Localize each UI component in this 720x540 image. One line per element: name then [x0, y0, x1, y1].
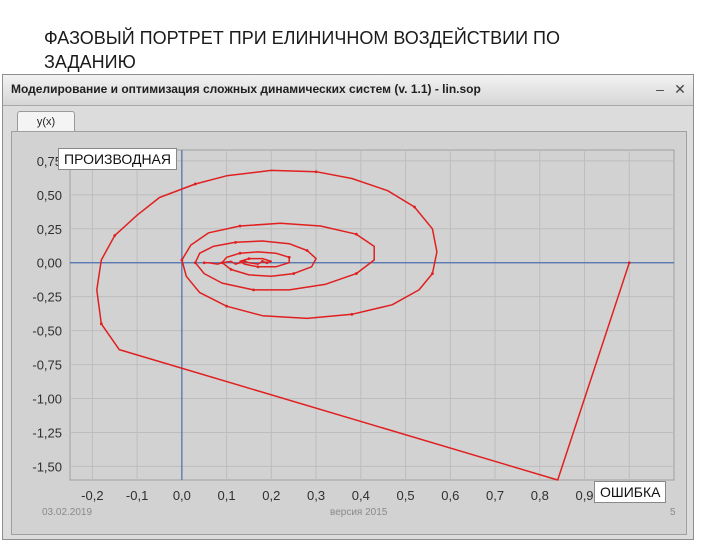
trajectory-point — [225, 304, 228, 308]
trajectory-point — [305, 249, 309, 252]
x-tick-label: 0,3 — [307, 488, 325, 503]
trajectory-point — [256, 265, 260, 269]
trajectory-point — [350, 312, 354, 316]
y-tick-label: -1,25 — [32, 425, 62, 440]
trajectory-point — [260, 259, 264, 263]
window-title: Моделирование и оптимизация сложных дина… — [11, 82, 481, 96]
tab-yx[interactable]: y(x) — [17, 111, 75, 132]
x-tick-label: -0,1 — [126, 488, 148, 503]
trajectory-point — [99, 322, 103, 326]
footer-date: 03.02.2019 — [42, 507, 93, 518]
trajectory-point — [193, 261, 197, 265]
x-tick-label: 0,9 — [575, 488, 593, 503]
page-number: 5 — [670, 507, 676, 518]
y-tick-label: -0,50 — [32, 324, 62, 339]
trajectory-point — [431, 272, 434, 275]
plot-area — [69, 149, 675, 481]
trajectory-point — [238, 224, 242, 228]
trajectory-point — [292, 272, 296, 275]
trajectory-point — [354, 232, 358, 236]
trajectory-point — [220, 261, 224, 265]
y-tick-label: 0,00 — [37, 256, 62, 271]
trajectory-point — [314, 170, 318, 174]
x-tick-label: 0,8 — [531, 488, 549, 503]
y-tick-label: 0,50 — [37, 188, 62, 203]
y-tick-label: -0,75 — [32, 358, 62, 373]
y-tick-label: -0,25 — [32, 290, 62, 305]
app-window: Моделирование и оптимизация сложных дина… — [2, 74, 694, 540]
minimize-button[interactable]: – — [651, 81, 669, 97]
trajectory-point — [287, 255, 291, 259]
x-tick-label: 0,2 — [262, 488, 280, 503]
y-tick-label: 0,25 — [37, 222, 62, 237]
window-titlebar[interactable]: Моделирование и оптимизация сложных дина… — [3, 75, 693, 106]
phase-portrait-chart: -0,2-0,10,00,10,20,30,40,50,60,70,80,91,… — [32, 149, 675, 503]
trajectory-point — [202, 261, 206, 265]
x-tick-label: 0,0 — [173, 488, 191, 503]
trajectory-point — [234, 240, 237, 244]
footer-center: версия 2015 — [330, 507, 388, 518]
trajectory-point — [113, 234, 117, 237]
x-tick-label: 0,4 — [352, 488, 370, 503]
y-tick-label: -1,50 — [32, 459, 62, 474]
close-icon[interactable]: ✕ — [671, 81, 689, 97]
x-axis-callout: ОШИБКА — [594, 481, 667, 503]
x-tick-label: 0,7 — [486, 488, 504, 503]
y-axis-callout: ПРОИЗВОДНАЯ — [58, 148, 177, 170]
trajectory-point — [413, 205, 416, 209]
plot-panel: -0,2-0,10,00,10,20,30,40,50,60,70,80,91,… — [11, 131, 687, 535]
trajectory-point — [627, 261, 631, 265]
trajectory-point — [252, 288, 255, 292]
x-tick-label: 0,1 — [218, 488, 236, 503]
trajectory-point — [354, 272, 358, 275]
trajectory-point — [243, 259, 246, 263]
trajectory-point — [229, 268, 233, 271]
y-tick-label: -1,00 — [32, 392, 62, 407]
trajectory-point — [247, 257, 251, 261]
trajectory-point — [180, 258, 184, 262]
x-tick-label: 0,5 — [397, 488, 415, 503]
trajectory-point — [238, 251, 242, 255]
x-tick-label: -0,2 — [81, 488, 103, 503]
trajectory-point — [193, 182, 197, 186]
slide-title: ФАЗОВЫЙ ПОРТРЕТ ПРИ ЕЛИНИЧНОМ ВОЗДЕЙСТВИ… — [44, 28, 560, 72]
x-tick-label: 0,6 — [441, 488, 459, 503]
